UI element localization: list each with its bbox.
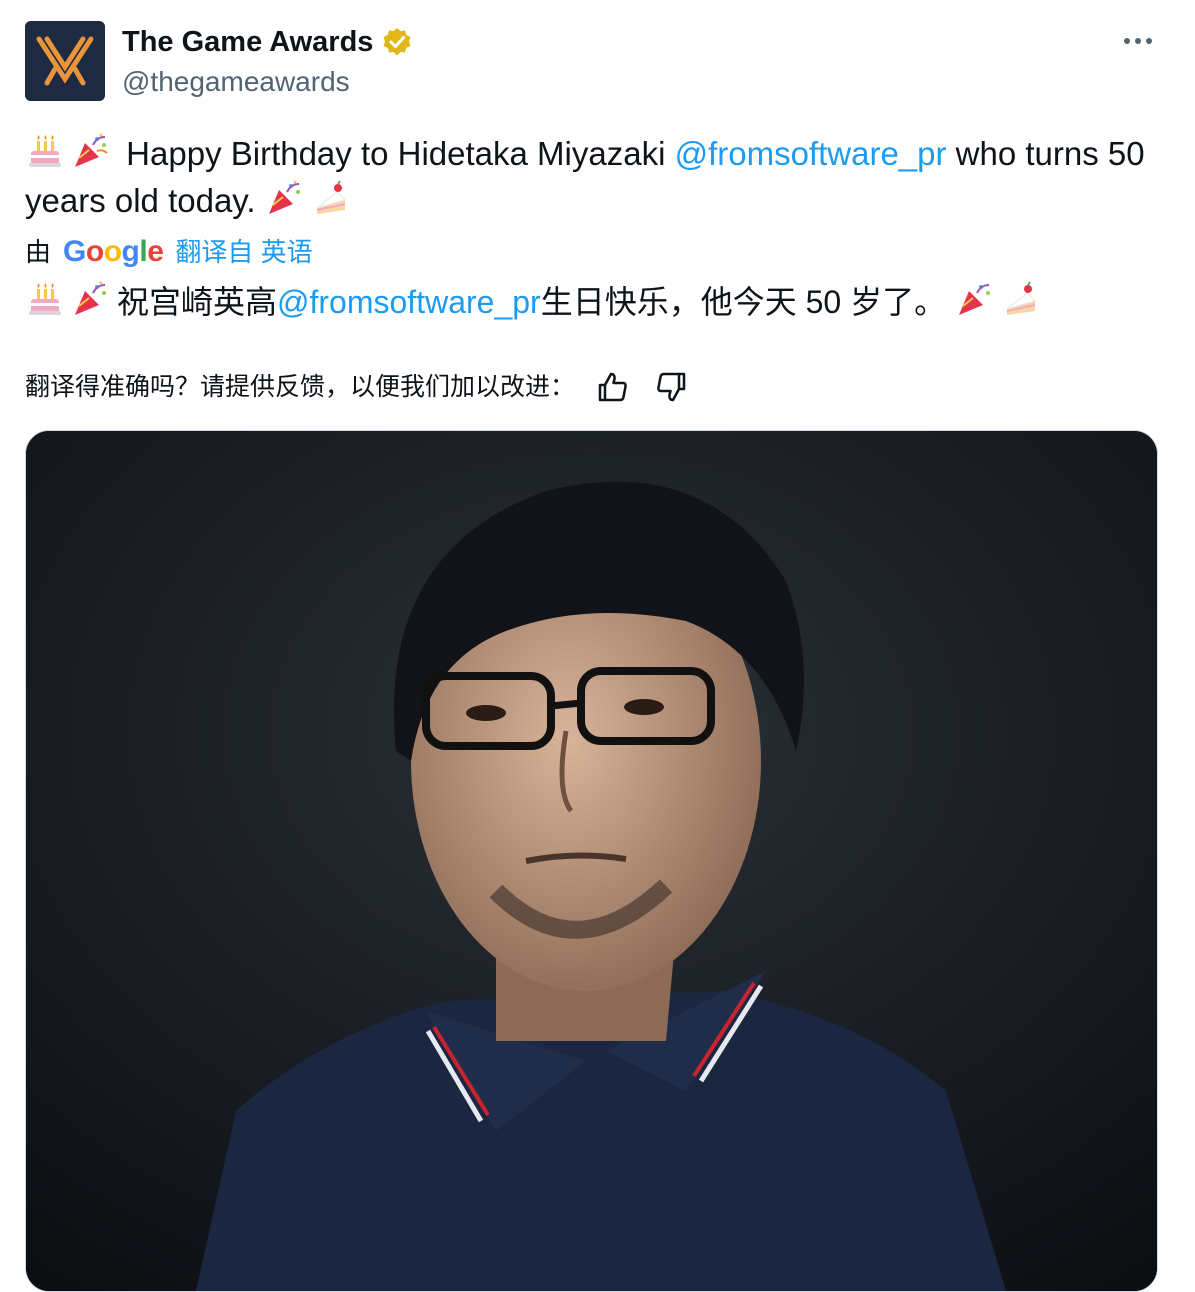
portrait-photo — [26, 431, 1157, 1291]
party-popper-emoji — [71, 131, 111, 171]
translated-text: 祝宫崎英高@fromsoftware_pr生日快乐，他今天 50 岁了。 — [25, 279, 1165, 326]
by-label: 由 — [25, 237, 52, 267]
mention-link[interactable]: @fromsoftware_pr — [675, 135, 947, 172]
party-popper-emoji — [955, 279, 995, 319]
author-name-row[interactable]: The Game Awards — [122, 22, 413, 62]
thumbs-down-icon — [657, 372, 686, 402]
thumbs-down-button[interactable] — [651, 367, 691, 407]
author-handle[interactable]: @thegameawards — [122, 63, 350, 101]
shortcake-emoji — [311, 178, 351, 218]
avatar[interactable] — [25, 21, 105, 101]
more-options-button[interactable] — [1118, 24, 1158, 58]
shortcake-emoji — [1001, 279, 1041, 319]
birthday-cake-emoji — [25, 131, 65, 171]
translated-from-link[interactable]: 翻译自 英语 — [175, 232, 312, 272]
tweet-media-photo[interactable] — [25, 430, 1158, 1292]
tweet-text: Happy Birthday to Hidetaka Miyazaki @fro… — [25, 130, 1155, 224]
translation-text-part2: 生日快乐，他今天 50 岁了。 — [540, 284, 947, 320]
translation-mention-link[interactable]: @fromsoftware_pr — [277, 284, 541, 320]
thumbs-up-button[interactable] — [593, 367, 633, 407]
translation-feedback: 翻译得准确吗？请提供反馈，以便我们加以改进： — [25, 367, 691, 407]
party-popper-emoji — [71, 279, 111, 319]
thumbs-up-icon — [598, 372, 627, 402]
author-display-name[interactable]: The Game Awards — [122, 22, 373, 62]
translation-attribution: 由 Google 翻译自 英语 — [25, 232, 313, 272]
game-awards-logo-icon — [25, 21, 105, 101]
birthday-cake-emoji — [25, 279, 65, 319]
translation-text-part1: 祝宫崎英高 — [117, 284, 278, 320]
feedback-label: 翻译得准确吗？请提供反馈，以便我们加以改进： — [25, 373, 576, 401]
party-popper-emoji — [265, 178, 305, 218]
more-icon — [1124, 38, 1152, 44]
tweet-text-part1: Happy Birthday to Hidetaka Miyazaki — [126, 135, 675, 172]
google-logo: Google — [63, 235, 164, 268]
verified-badge-icon[interactable] — [381, 26, 413, 58]
